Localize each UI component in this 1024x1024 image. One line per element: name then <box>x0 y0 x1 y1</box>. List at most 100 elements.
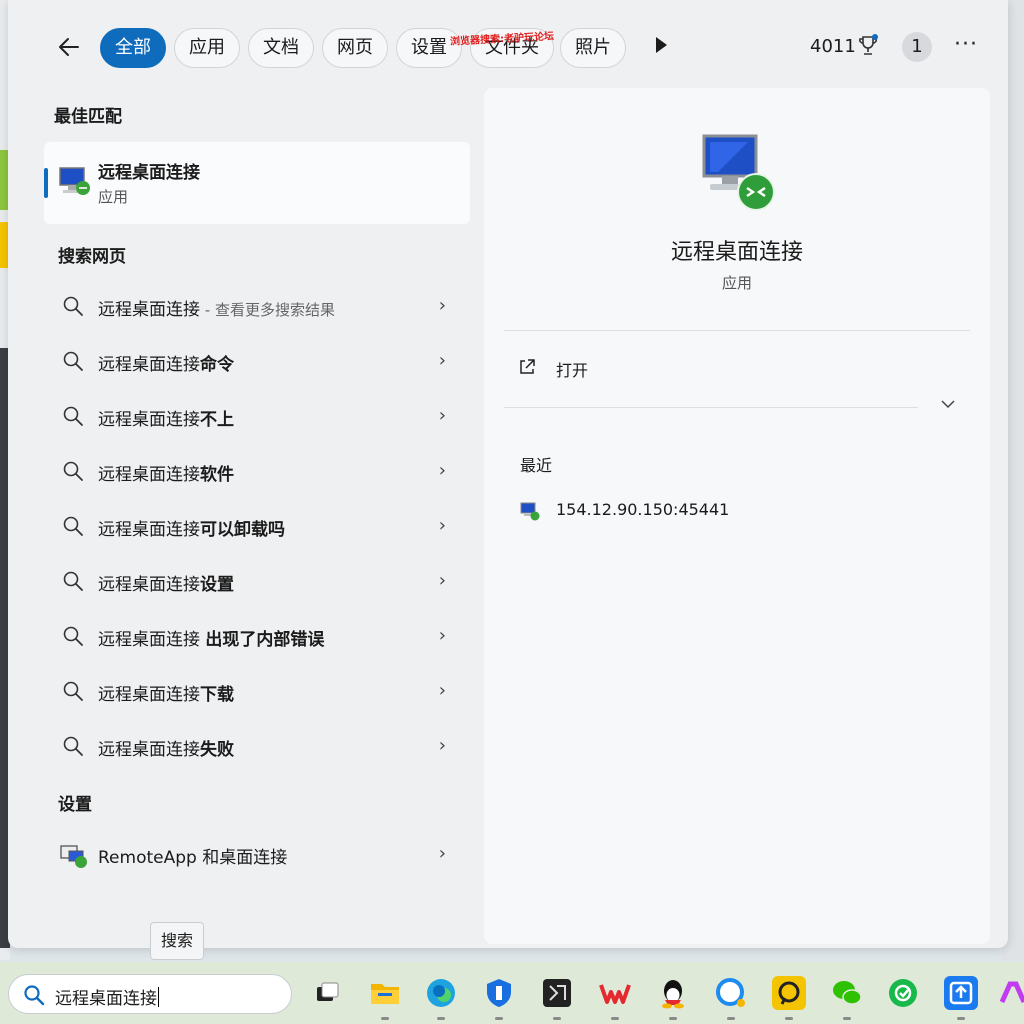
divider <box>504 407 918 408</box>
open-action[interactable]: 打开 <box>518 354 718 382</box>
chevron-right-icon: › <box>438 350 446 371</box>
chevron-right-icon: › <box>438 515 446 536</box>
query-suggestion: 可以卸载吗 <box>200 520 285 540</box>
chevron-right-icon: › <box>438 405 446 426</box>
running-indicator <box>495 1017 503 1020</box>
web-search-item[interactable]: 远程桌面连接失败 › <box>54 725 454 769</box>
chevron-right-icon: › <box>438 680 446 701</box>
query-suggestion: 命令 <box>200 355 234 375</box>
best-match-name: 远程桌面连接 <box>98 163 200 183</box>
rewards-points[interactable]: 4011 <box>810 36 856 57</box>
web-search-item[interactable]: 远程桌面连接 出现了内部错误 › <box>54 615 454 659</box>
filter-bar: 全部 应用 文档 网页 设置 文件夹 照片 浏览器搜索:老驴玩论坛 4011 1… <box>8 24 1008 70</box>
running-indicator <box>727 1017 735 1020</box>
web-search-text: 远程桌面连接命令 <box>98 350 234 375</box>
query-prefix: 远程桌面连接 <box>98 410 200 430</box>
open-label: 打开 <box>556 361 589 380</box>
chevron-right-icon: › <box>438 843 446 864</box>
running-indicator <box>957 1017 965 1020</box>
web-search-item[interactable]: 远程桌面连接不上 › <box>54 395 454 439</box>
back-arrow-icon <box>59 38 79 56</box>
chevron-right-icon: › <box>438 570 446 591</box>
tab-documents[interactable]: 文档 <box>248 28 314 68</box>
web-search-item[interactable]: 远程桌面连接设置 › <box>54 560 454 604</box>
file-explorer-icon[interactable] <box>368 976 402 1010</box>
detail-pane: 远程桌面连接 应用 打开 最近 154.12.90.150:45441 <box>484 88 990 944</box>
recent-item[interactable]: 154.12.90.150:45441 <box>520 498 820 524</box>
taskbar-search-box[interactable]: 远程桌面连接 <box>8 974 292 1014</box>
notification-dot <box>872 34 878 40</box>
query-hint: - 查看更多搜索结果 <box>200 301 335 319</box>
web-search-item[interactable]: 远程桌面连接下载 › <box>54 670 454 714</box>
green-app-icon[interactable] <box>886 976 920 1010</box>
search-icon <box>62 460 84 482</box>
account-badge[interactable]: 1 <box>902 32 932 62</box>
web-search-text: 远程桌面连接 出现了内部错误 <box>98 625 324 650</box>
web-search-text: 远程桌面连接下载 <box>98 680 234 705</box>
search-icon <box>23 984 45 1006</box>
web-search-text: 远程桌面连接 - 查看更多搜索结果 <box>98 295 335 320</box>
query-prefix: 远程桌面连接 <box>98 685 200 705</box>
running-indicator <box>843 1017 851 1020</box>
query-suggestion: 出现了内部错误 <box>205 630 325 650</box>
web-search-text: 远程桌面连接失败 <box>98 735 234 760</box>
search-icon <box>62 735 84 757</box>
settings-item-label: RemoteApp 和桌面连接 <box>98 848 288 868</box>
web-search-text: 远程桌面连接设置 <box>98 570 234 595</box>
wps-icon[interactable] <box>598 976 632 1010</box>
web-search-item[interactable]: 远程桌面连接命令 › <box>54 340 454 384</box>
expand-chevron-icon[interactable] <box>940 396 956 416</box>
query-suggestion: 下载 <box>200 685 234 705</box>
tab-all[interactable]: 全部 <box>100 28 166 68</box>
detail-subtitle: 应用 <box>721 274 752 292</box>
recent-heading: 最近 <box>520 456 553 475</box>
more-filters-icon[interactable] <box>656 37 667 53</box>
remote-desktop-icon <box>520 501 540 525</box>
tab-web[interactable]: 网页 <box>322 28 388 68</box>
web-search-text: 远程桌面连接可以卸载吗 <box>98 515 285 540</box>
chat-icon[interactable] <box>714 976 748 1010</box>
best-match-item[interactable]: 远程桌面连接 应用 <box>44 142 470 224</box>
web-search-item[interactable]: 远程桌面连接 - 查看更多搜索结果 › <box>54 285 454 329</box>
security-icon[interactable] <box>482 976 516 1010</box>
running-indicator <box>611 1017 619 1020</box>
todesk-icon[interactable] <box>772 976 806 1010</box>
remoteapp-icon <box>60 843 88 869</box>
remote-desktop-large-icon <box>698 132 778 220</box>
task-view-icon[interactable] <box>310 976 344 1010</box>
more-options-icon[interactable]: ··· <box>954 32 978 57</box>
tab-apps[interactable]: 应用 <box>174 28 240 68</box>
edge-icon[interactable] <box>424 976 458 1010</box>
search-icon <box>62 295 84 317</box>
query-suggestion: 设置 <box>200 575 234 595</box>
open-external-icon <box>518 358 536 376</box>
web-search-item[interactable]: 远程桌面连接可以卸载吗 › <box>54 505 454 549</box>
chevron-right-icon: › <box>438 625 446 646</box>
terminal-icon[interactable] <box>540 976 574 1010</box>
divider <box>504 330 970 331</box>
settings-item-remoteapp[interactable]: RemoteApp 和桌面连接 › <box>54 833 454 877</box>
search-icon <box>62 515 84 537</box>
running-indicator <box>437 1017 445 1020</box>
running-indicator <box>553 1017 561 1020</box>
chevron-right-icon: › <box>438 735 446 756</box>
tab-photos[interactable]: 照片 <box>560 28 626 68</box>
query-prefix: 远程桌面连接 <box>98 520 200 540</box>
copilot-icon[interactable] <box>998 976 1024 1010</box>
detail-title: 远程桌面连接 <box>670 240 803 265</box>
upload-app-icon[interactable] <box>944 976 978 1010</box>
qq-icon[interactable] <box>656 976 690 1010</box>
search-icon <box>62 570 84 592</box>
search-tooltip: 搜索 <box>150 922 204 960</box>
query-prefix: 远程桌面连接 <box>98 740 200 760</box>
query-suggestion: 软件 <box>200 465 234 485</box>
query-suggestion: 不上 <box>200 410 234 430</box>
query-prefix: 远程桌面连接 <box>98 575 200 595</box>
web-search-item[interactable]: 远程桌面连接软件 › <box>54 450 454 494</box>
back-button[interactable] <box>56 34 84 62</box>
wechat-icon[interactable] <box>830 976 864 1010</box>
query-prefix: 远程桌面连接 <box>98 300 200 320</box>
search-input[interactable]: 远程桌面连接 <box>55 984 159 1009</box>
trophy-icon[interactable] <box>858 34 878 58</box>
best-match-heading: 最佳匹配 <box>54 107 122 127</box>
